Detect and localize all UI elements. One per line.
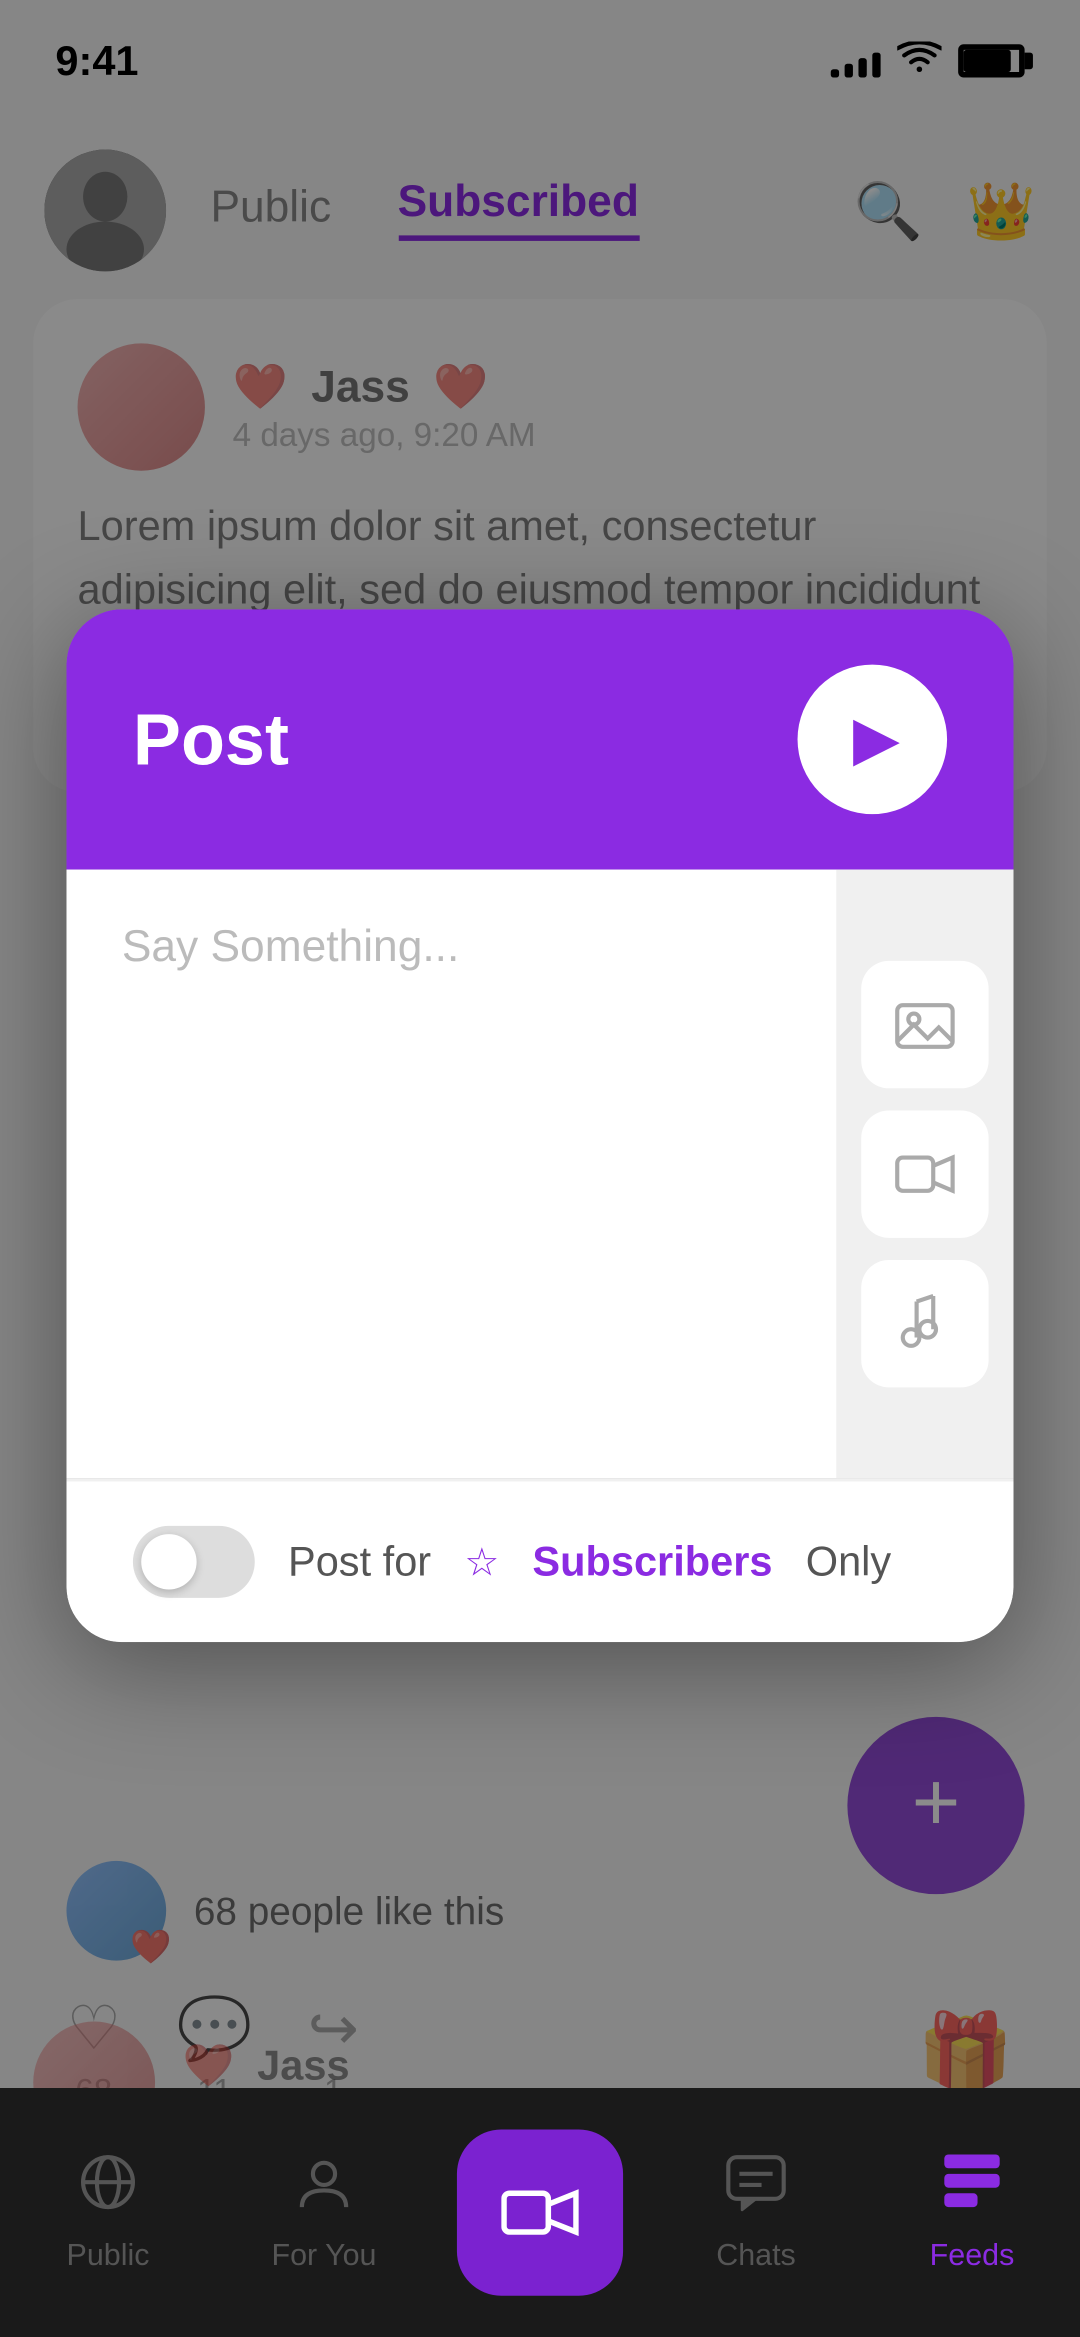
send-icon: ▶ [853, 703, 900, 775]
battery-fill [964, 50, 1011, 72]
signal-bar-3 [858, 58, 866, 77]
modal-header: Post ▶ [66, 609, 1013, 869]
nav-chats-label: Chats [716, 2240, 796, 2273]
nav-feeds-label: Feeds [930, 2240, 1015, 2273]
post-placeholder: Say Something... [122, 925, 459, 975]
only-label: Only [806, 1538, 891, 1585]
modal-body: Say Something... [66, 870, 1013, 1479]
video-button[interactable] [861, 1110, 988, 1237]
signal-bar-1 [831, 69, 839, 77]
nav-foryou-icon [294, 2152, 355, 2230]
nav-feeds[interactable]: Feeds [864, 2088, 1080, 2337]
signal-bar-4 [872, 53, 880, 78]
signal-bar-2 [845, 64, 853, 78]
modal-title: Post [133, 696, 289, 782]
subscribers-label[interactable]: Subscribers [532, 1538, 772, 1585]
bottom-nav: Public For You [0, 2088, 1080, 2337]
photo-button[interactable] [861, 961, 988, 1088]
star-icon: ☆ [464, 1538, 499, 1585]
signal-bars [831, 44, 881, 77]
nav-golive[interactable] [432, 2130, 648, 2296]
post-text-area[interactable]: Say Something... [66, 870, 836, 1479]
media-buttons-panel [836, 870, 1013, 1479]
status-time: 9:41 [55, 37, 138, 84]
post-for-label: Post for [288, 1538, 431, 1585]
nav-golive-button[interactable] [457, 2130, 623, 2296]
send-button[interactable]: ▶ [798, 665, 948, 815]
post-modal: Post ▶ Say Something... [66, 609, 1013, 1642]
nav-foryou-label: For You [271, 2240, 376, 2273]
music-button[interactable] [861, 1260, 988, 1387]
wifi-icon [897, 40, 941, 82]
nav-foryou[interactable]: For You [216, 2088, 432, 2337]
nav-public[interactable]: Public [0, 2088, 216, 2337]
nav-chats-icon [726, 2152, 787, 2230]
battery-icon [958, 44, 1024, 77]
nav-public-icon [78, 2152, 139, 2230]
nav-public-label: Public [67, 2240, 150, 2273]
nav-feeds-icon [942, 2152, 1003, 2230]
modal-footer: Post for ☆ Subscribers Only [66, 1479, 1013, 1642]
toggle-knob [141, 1534, 196, 1589]
subscribers-only-toggle[interactable] [133, 1526, 255, 1598]
nav-chats[interactable]: Chats [648, 2088, 864, 2337]
status-bar: 9:41 [0, 0, 1080, 122]
